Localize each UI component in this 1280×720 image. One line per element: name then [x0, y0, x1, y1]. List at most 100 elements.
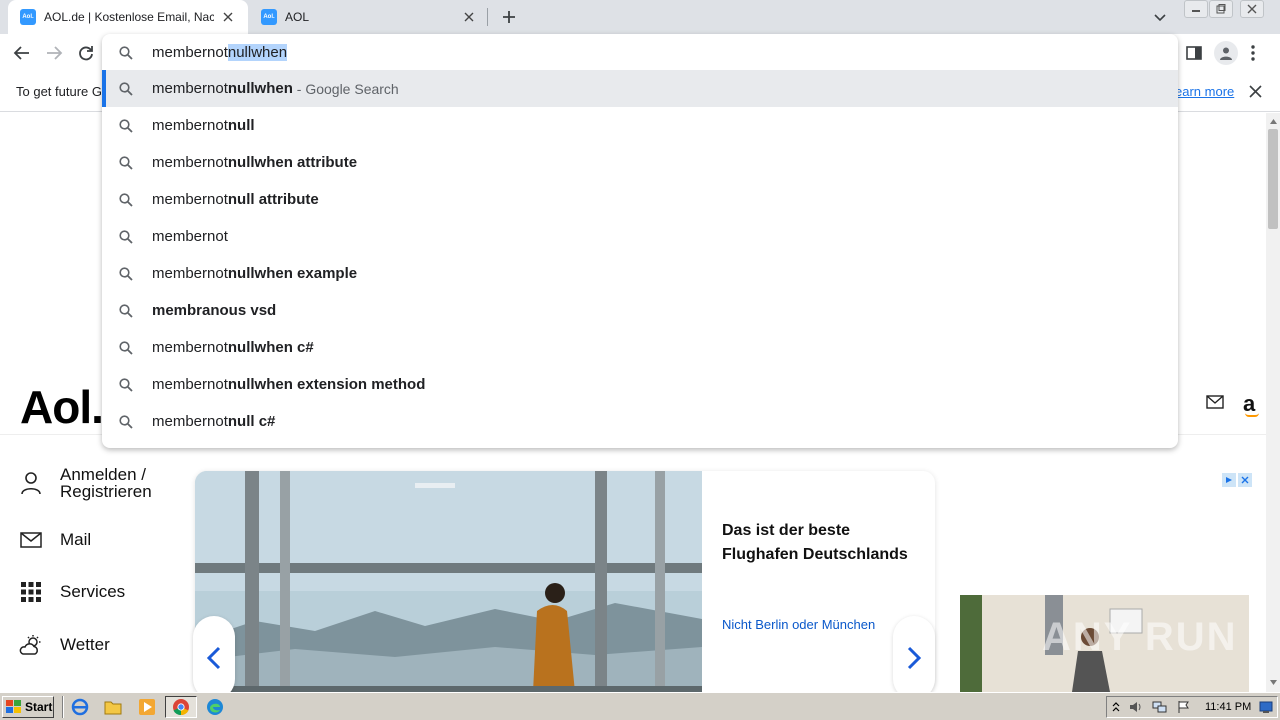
omnibox-suggestion[interactable]: membernot nullwhen example — [102, 255, 1178, 292]
search-icon — [119, 414, 133, 429]
chrome-icon — [173, 699, 189, 716]
omnibox-suggestion[interactable]: membernot null attribute — [102, 181, 1178, 218]
scroll-up-icon[interactable] — [1270, 119, 1277, 124]
new-tab-icon[interactable] — [499, 7, 519, 27]
ad-choices-icon[interactable] — [1222, 473, 1252, 487]
search-icon — [119, 118, 133, 133]
windows-logo-icon — [6, 700, 21, 713]
clock: 11:41 PM — [1205, 701, 1252, 713]
tab-aol-de[interactable]: Aol. AOL.de | Kostenlose Email, Nachrich… — [8, 0, 248, 34]
chevron-left-icon — [206, 646, 221, 670]
maximize-button[interactable] — [1209, 0, 1233, 18]
news-card-link[interactable]: Nicht Berlin oder München — [722, 617, 875, 632]
ie-icon[interactable] — [70, 697, 90, 717]
carousel-prev-button[interactable] — [193, 616, 235, 700]
aol-logo[interactable]: Aol. — [20, 380, 104, 434]
suggestion-typed-text: membernot — [152, 376, 228, 393]
start-label: Start — [25, 700, 53, 714]
suggestion-typed-text: membernot — [152, 154, 228, 171]
nav-signin[interactable]: Anmelden / Registrieren — [18, 466, 170, 500]
reload-icon[interactable] — [76, 43, 96, 63]
network-icon[interactable] — [1152, 700, 1168, 714]
omnibox-suggestion[interactable]: membernot null — [102, 107, 1178, 144]
back-arrow-icon[interactable] — [12, 43, 32, 63]
search-icon — [119, 45, 133, 60]
tab-search-chevron-icon[interactable] — [1152, 9, 1168, 25]
scroll-thumb[interactable] — [1268, 129, 1278, 229]
suggestion-typed-text: membernot — [152, 228, 228, 245]
omnibox-suggestion[interactable]: membernot nullwhen - Google Search — [102, 70, 1178, 107]
learn-more-link[interactable]: earn more — [1175, 84, 1234, 99]
ad-image[interactable]: ANY RUN — [960, 595, 1249, 692]
side-panel-icon[interactable] — [1185, 44, 1203, 62]
system-tray: 11:41 PM — [1106, 696, 1278, 718]
chrome-taskbar-button[interactable] — [165, 696, 197, 718]
menu-kebab-icon[interactable] — [1250, 43, 1256, 63]
amazon-smile-icon — [1245, 413, 1259, 417]
forward-arrow-icon[interactable] — [44, 43, 64, 63]
nav-weather[interactable]: Wetter — [18, 632, 110, 658]
suggestion-typed-text: membernot — [152, 80, 228, 97]
flag-icon[interactable] — [1177, 700, 1191, 714]
omnibox-suggestion[interactable]: membernot nullwhen extension method — [102, 366, 1178, 403]
weather-icon — [18, 632, 44, 658]
grid-icon — [18, 579, 44, 605]
search-icon — [119, 340, 133, 355]
info-bar-text: To get future G — [16, 84, 102, 99]
suggestion-typed-text: membernot — [152, 265, 228, 282]
close-window-button[interactable] — [1240, 0, 1264, 18]
tab-close-icon[interactable] — [461, 9, 477, 25]
selection-indicator — [102, 70, 106, 107]
profile-avatar-icon[interactable] — [1214, 41, 1238, 65]
search-icon — [119, 377, 133, 392]
carousel-next-button[interactable] — [893, 616, 935, 700]
search-icon — [119, 303, 133, 318]
nav-mail[interactable]: Mail — [18, 527, 91, 553]
suggestion-completion-text: nullwhen — [227, 80, 293, 97]
aol-favicon-icon: Aol. — [261, 9, 277, 25]
page-scrollbar[interactable] — [1266, 113, 1280, 692]
nav-services-label: Services — [60, 582, 126, 601]
search-icon — [119, 81, 133, 96]
search-icon — [119, 229, 133, 244]
tab-title: AOL — [285, 10, 310, 24]
watermark: ANY RUN — [1042, 615, 1238, 659]
omnibox-dropdown[interactable]: membernot nullwhen membernot nullwhen - Go… — [102, 34, 1178, 448]
news-card[interactable]: Das ist der beste Flughafen Deutschlands… — [195, 471, 935, 692]
taskbar: Start 11:41 PM — [0, 692, 1280, 720]
nav-mail-label: Mail — [60, 530, 92, 549]
omnibox-suggestion[interactable]: membernot nullwhen attribute — [102, 144, 1178, 181]
tab-close-icon[interactable] — [220, 9, 236, 25]
media-player-icon[interactable] — [137, 697, 157, 717]
close-infobar-icon[interactable] — [1249, 85, 1262, 98]
suggestion-typed-text: membernot — [152, 117, 228, 134]
omnibox-input[interactable]: membernot nullwhen — [102, 34, 1178, 71]
suggestion-typed-text: membernot — [152, 413, 228, 430]
suggestion-typed-text: membernot — [152, 339, 228, 356]
nav-signin-label: Anmelden / Registrieren — [60, 465, 152, 501]
show-desktop-icon[interactable] — [1259, 700, 1273, 714]
start-button[interactable]: Start — [2, 696, 54, 718]
tray-expand-icon[interactable] — [1112, 701, 1120, 713]
tab-strip: Aol. AOL.de | Kostenlose Email, Nachrich… — [0, 0, 1280, 34]
omnibox-suggestion[interactable]: membranous vsd — [102, 292, 1178, 329]
news-card-title[interactable]: Das ist der beste Flughafen Deutschlands — [722, 519, 912, 567]
volume-icon[interactable] — [1129, 700, 1143, 714]
suggestion-hint: - Google Search — [292, 80, 399, 97]
omnibox-suggestion[interactable]: membernot null c# — [102, 403, 1178, 440]
search-icon — [119, 266, 133, 281]
suggestion-completion-text: nullwhen extension method — [227, 376, 426, 393]
suggestion-completion-text: null attribute — [227, 191, 319, 208]
tab-aol[interactable]: Aol. AOL — [249, 0, 489, 34]
mail-icon[interactable] — [1206, 395, 1224, 409]
minimize-button[interactable] — [1184, 0, 1208, 18]
omnibox-suggestion[interactable]: membernot — [102, 218, 1178, 255]
omnibox-suggestion[interactable]: membernot nullwhen c# — [102, 329, 1178, 366]
folder-icon[interactable] — [103, 697, 123, 717]
scroll-down-icon[interactable] — [1270, 680, 1277, 685]
tab-title: AOL.de | Kostenlose Email, Nachrichten — [44, 10, 214, 24]
suggestion-completion-text: nullwhen example — [227, 265, 358, 282]
nav-services[interactable]: Services — [18, 579, 125, 605]
nav-weather-label: Wetter — [60, 635, 110, 654]
edge-icon[interactable] — [205, 697, 225, 717]
